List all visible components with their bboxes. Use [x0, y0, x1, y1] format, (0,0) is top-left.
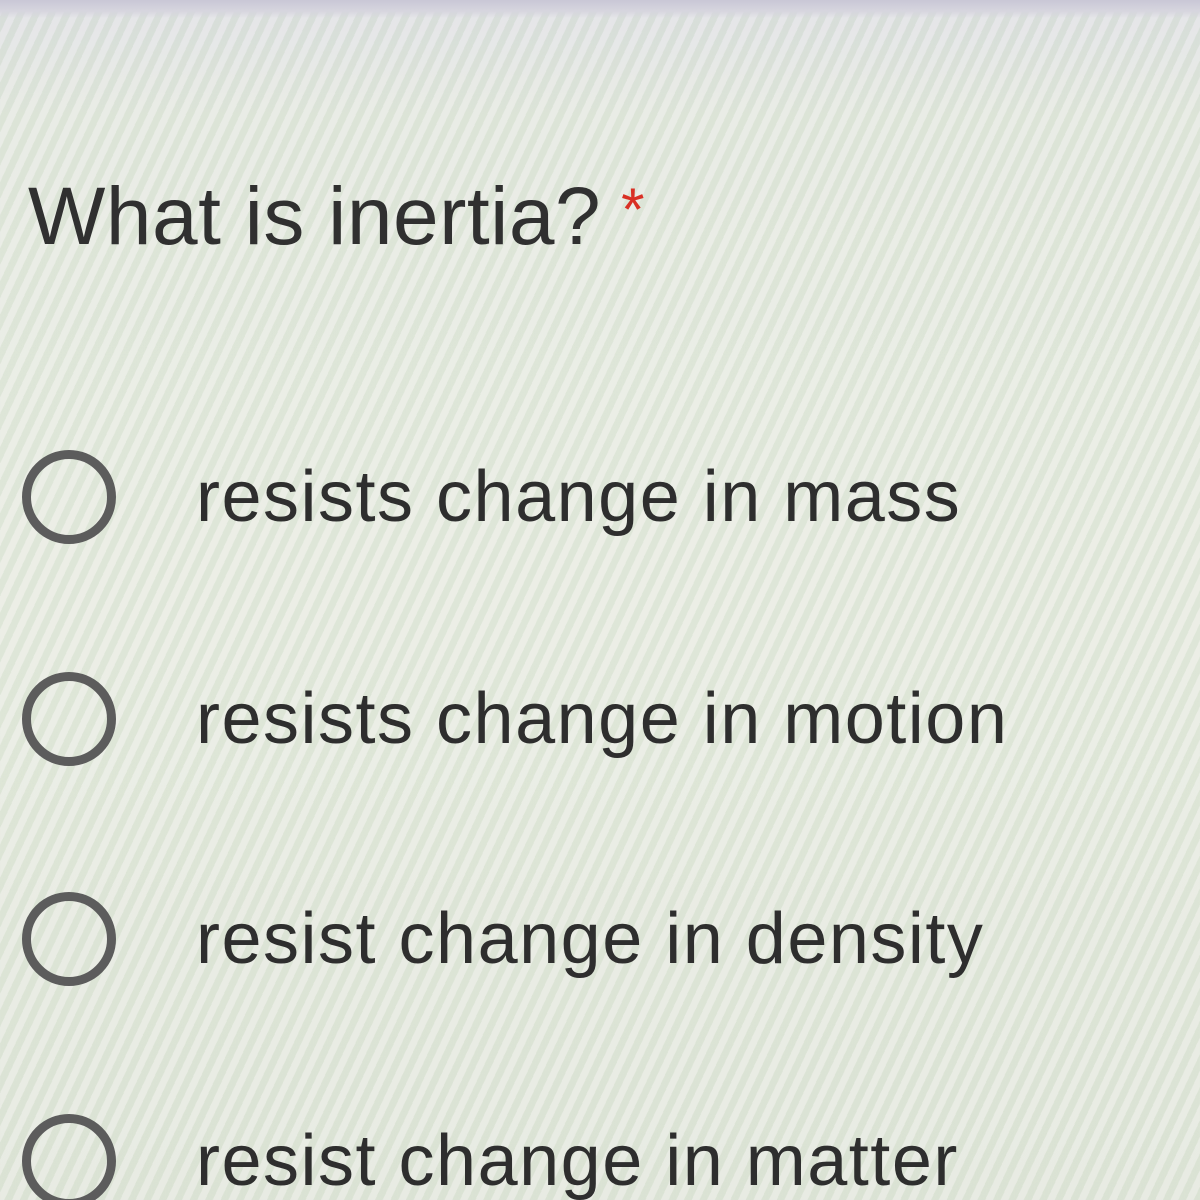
- radio-button-icon[interactable]: [22, 1114, 116, 1200]
- option-label: resist change in density: [196, 899, 985, 979]
- radio-button-icon[interactable]: [22, 892, 116, 986]
- radio-option-matter[interactable]: resist change in matter: [22, 1106, 1182, 1200]
- radio-option-motion[interactable]: resists change in motion: [22, 664, 1182, 774]
- radio-button-icon[interactable]: [22, 672, 116, 766]
- radio-option-density[interactable]: resist change in density: [22, 884, 1182, 994]
- question-title: What is inertia? *: [28, 170, 645, 264]
- radio-button-icon[interactable]: [22, 450, 116, 544]
- option-label: resists change in motion: [196, 679, 1009, 759]
- question-text: What is inertia?: [28, 171, 602, 262]
- top-edge-divider: [0, 0, 1200, 18]
- option-label: resists change in mass: [196, 457, 962, 537]
- radio-option-mass[interactable]: resists change in mass: [22, 442, 1182, 552]
- option-label: resist change in matter: [196, 1121, 959, 1200]
- required-asterisk: *: [621, 176, 645, 243]
